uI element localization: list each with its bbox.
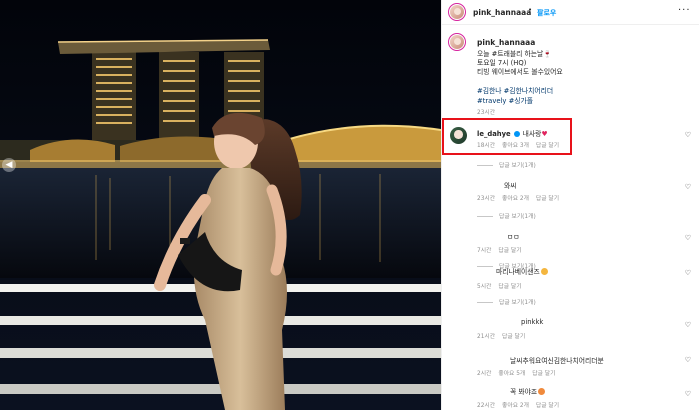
heart-eyes-emoji-icon [538, 388, 546, 395]
comment-time: 7시간 [477, 248, 492, 254]
night-scene-image [0, 0, 441, 410]
like-heart-icon[interactable]: ♡ [685, 321, 691, 329]
view-replies-button[interactable]: 답글 보기(1개) [477, 211, 536, 220]
follow-button[interactable]: 팔로우 [537, 8, 556, 18]
comment-body: 꼭 봐야죠 [510, 388, 538, 396]
comment-meta: 23시간 좋아요 2개 답글 달기 [477, 193, 566, 202]
comment-body: 마리나베이샌즈 [496, 268, 540, 276]
like-heart-icon[interactable]: ♡ [685, 390, 691, 398]
comment-likes[interactable]: 좋아요 2개 [502, 196, 529, 202]
comment-time: 23시간 [477, 196, 496, 202]
more-dots-icon[interactable]: ··· [678, 5, 691, 16]
comment-meta: 2시간 좋아요 5개 답글 달기 [477, 368, 562, 377]
caption-timestamp: 23시간 [477, 110, 496, 116]
comment-meta: 22시간 좋아요 2개 답글 달기 [477, 400, 566, 409]
comment-body: 와씨 [504, 182, 517, 190]
comment-time: 5시간 [477, 284, 492, 290]
comment-meta: 21시간 답글 달기 [477, 331, 532, 340]
caption-hashtags-2[interactable]: #travely #싱가폴 [477, 95, 533, 105]
comment-likes[interactable]: 좋아요 5개 [498, 371, 525, 377]
reply-button[interactable]: 답글 달기 [498, 284, 521, 290]
highlight-box [442, 118, 572, 155]
carousel-prev-button[interactable]: ◀ [2, 158, 16, 172]
comment-time: 2시간 [477, 371, 492, 377]
separator-dot: • [528, 6, 533, 14]
comment-body: pinkkk [521, 318, 544, 326]
caption-username[interactable]: pink_hannaaa [477, 38, 535, 47]
like-heart-icon[interactable]: ♡ [685, 183, 691, 191]
comment-body: ㅁㅁ [507, 233, 520, 241]
comment-time: 22시간 [477, 403, 496, 409]
like-heart-icon[interactable]: ♡ [685, 131, 691, 139]
view-replies-button[interactable]: 답글 보기(1개) [477, 160, 536, 169]
comment-text: 마리나베이샌즈 [496, 266, 548, 276]
reply-button[interactable]: 답글 달기 [502, 334, 525, 340]
post-side-panel: pink_hannaaa • 팔로우 ··· pink_hannaaa 오늘 #… [441, 0, 699, 410]
like-heart-icon[interactable]: ♡ [685, 356, 691, 364]
caption-hashtags[interactable]: #김한나 #김한나치어리더 [477, 85, 553, 95]
comment-meta: 7시간 답글 달기 [477, 245, 529, 254]
author-avatar[interactable] [450, 5, 464, 19]
reply-button[interactable]: 답글 달기 [498, 248, 521, 254]
reply-button[interactable]: 답글 달기 [536, 403, 559, 409]
comment-meta: 5시간 답글 달기 [477, 281, 529, 290]
caption-line-3: 티빙 웨이브에서도 볼수있어요 [477, 68, 563, 76]
author-username[interactable]: pink_hannaaa [473, 8, 531, 17]
comment-body: 날씨추워요여신김한나치어리더분 [510, 357, 604, 365]
comment-time: 21시간 [477, 334, 496, 340]
caption-avatar[interactable] [450, 35, 464, 49]
post-header: pink_hannaaa • 팔로우 ··· [442, 0, 699, 25]
reply-button[interactable]: 답글 달기 [532, 371, 555, 377]
post-photo: ◀ [0, 0, 441, 410]
view-replies-button[interactable]: 답글 보기(1개) [477, 297, 536, 306]
grin-emoji-icon [540, 268, 548, 275]
reply-button[interactable]: 답글 달기 [536, 196, 559, 202]
like-heart-icon[interactable]: ♡ [685, 234, 691, 242]
comment-text: 꼭 봐야죠 [510, 386, 546, 396]
like-heart-icon[interactable]: ♡ [685, 269, 691, 277]
comment-likes[interactable]: 좋아요 2개 [502, 403, 529, 409]
